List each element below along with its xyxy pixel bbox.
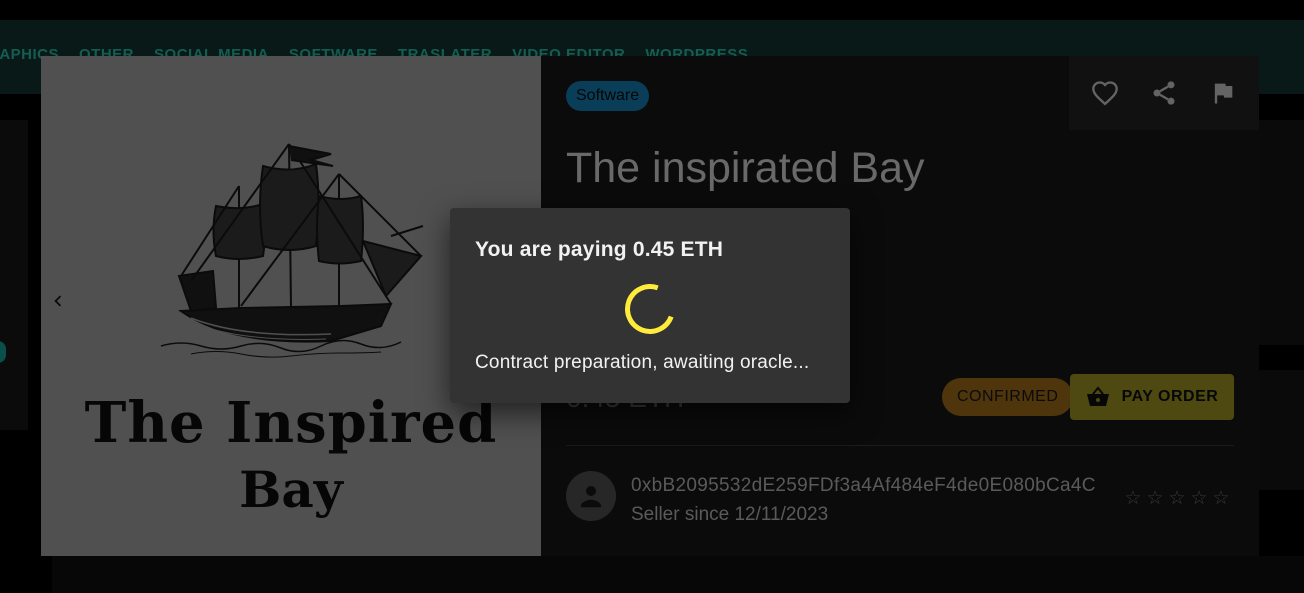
payment-dialog: You are paying 0.45 ETH Contract prepara… — [450, 208, 850, 403]
dialog-message: Contract preparation, awaiting oracle... — [475, 352, 810, 373]
loading-spinner-icon — [616, 275, 684, 343]
dialog-title: You are paying 0.45 ETH — [475, 238, 724, 261]
